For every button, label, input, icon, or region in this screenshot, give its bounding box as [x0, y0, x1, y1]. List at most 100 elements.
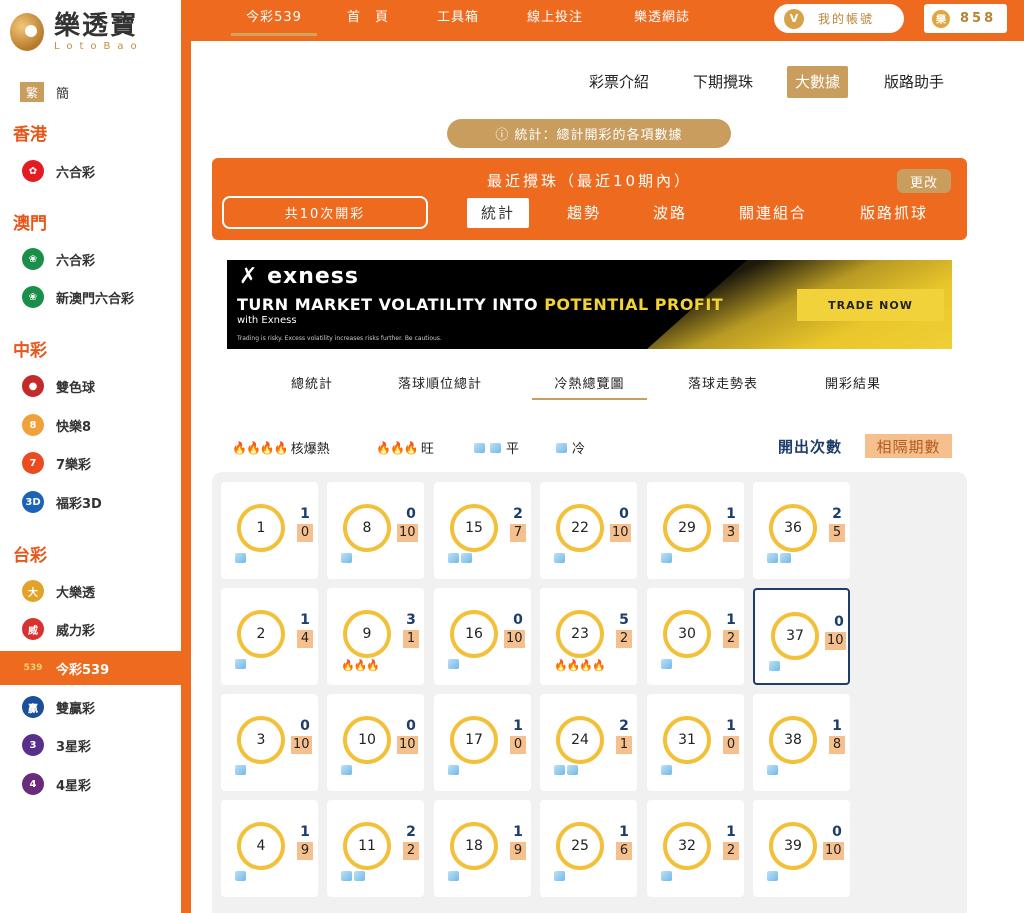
number-cell[interactable]: 31 1 0	[647, 694, 744, 791]
coin-icon: 樂	[932, 9, 950, 28]
sidebar-item-3star[interactable]: 3 3星彩	[0, 728, 181, 762]
sidebar-item-daily539[interactable]: 539 今彩539	[0, 651, 181, 685]
draw-count: 5	[619, 612, 629, 628]
number-cell[interactable]: 41 9	[221, 800, 318, 897]
number-cell[interactable]: 39 0 10	[753, 800, 850, 897]
ice-icon	[554, 765, 580, 779]
sidebar-item-7lecai[interactable]: 7 7樂彩	[0, 446, 181, 480]
tab-path-pick[interactable]: 版路抓球	[846, 198, 942, 228]
topnav-blog[interactable]: 樂透網誌	[634, 0, 690, 36]
number-cell[interactable]: 37 0 10	[753, 588, 850, 685]
lotto649-icon: 大	[22, 580, 44, 602]
number-cell[interactable]: 32 1 2	[647, 800, 744, 897]
macau-marksix-icon: ❀	[22, 248, 44, 270]
number-ball: 18	[450, 822, 498, 870]
number-ball: 32	[663, 822, 711, 870]
sidebar-item-4star[interactable]: 4 4星彩	[0, 767, 181, 801]
ice-icon	[554, 871, 567, 885]
ice-icon	[341, 553, 354, 567]
sidebar-item-macau-marksix[interactable]: ❀ 六合彩	[0, 242, 181, 276]
ice-icon	[767, 553, 793, 567]
number-cell[interactable]: 10 0 10	[327, 694, 424, 791]
tab-drop-trend[interactable]: 落球走勢表	[688, 374, 758, 400]
number-cell[interactable]: 18 1 9	[434, 800, 531, 897]
gap-periods: 4	[297, 630, 313, 648]
my-account-button[interactable]: V 我的帳號	[774, 4, 904, 33]
toggle-gap-periods[interactable]: 相隔期數	[865, 434, 952, 458]
ad-banner[interactable]: ✗ exness TURN MARKET VOLATILITY INTO POT…	[227, 260, 952, 349]
sidebar-item-hk-marksix[interactable]: ✿ 六合彩	[0, 154, 181, 188]
number-cell[interactable]: 29 1 3	[647, 482, 744, 579]
change-button[interactable]: 更改	[897, 169, 951, 193]
sidebar-item-fucai3d[interactable]: 3D 福彩3D	[0, 485, 181, 519]
number-cell[interactable]: 23 5 2 🔥🔥🔥🔥	[540, 588, 637, 685]
topnav-online-bet[interactable]: 線上投注	[527, 0, 583, 36]
tab-draw-results[interactable]: 開彩結果	[825, 374, 881, 400]
topnav-toolbox[interactable]: 工具箱	[437, 0, 479, 36]
sidebar-item-superlotto[interactable]: 威威力彩	[0, 612, 181, 646]
draw-count: 2	[832, 506, 842, 522]
number-cell[interactable]: 17 1 0	[434, 694, 531, 791]
gap-periods: 7	[510, 524, 526, 542]
number-ball: 25	[556, 822, 604, 870]
draw-count: 0	[406, 506, 416, 522]
draw-count-button[interactable]: 共10次開彩	[222, 196, 428, 229]
number-cell[interactable]: 24 2 1	[540, 694, 637, 791]
gap-periods: 0	[297, 524, 313, 542]
gap-periods: 2	[403, 842, 419, 860]
toggle-draw-count[interactable]: 開出次數	[778, 436, 842, 457]
ad-trade-now-button[interactable]: TRADE NOW	[797, 289, 944, 321]
logo[interactable]: 樂透寶 LotoBao	[6, 8, 144, 56]
sidebar-item-new-macau-marksix[interactable]: ❀ 新澳門六合彩	[0, 280, 181, 314]
draw-count: 1	[300, 506, 310, 522]
language-switch: 繁 簡	[20, 82, 69, 102]
number-cell[interactable]: 16 0 10	[434, 588, 531, 685]
gap-periods: 2	[723, 630, 739, 648]
sidebar-item-double-win[interactable]: 贏雙贏彩	[0, 690, 181, 724]
number-cell[interactable]: 9 3 1 🔥🔥🔥	[327, 588, 424, 685]
sidebar-border	[181, 0, 191, 913]
number-cell[interactable]: 30 1 2	[647, 588, 744, 685]
tab-position-stats[interactable]: 落球順位總計	[398, 374, 482, 400]
number-cell[interactable]: 25 1 6	[540, 800, 637, 897]
region-taiwan: 台彩	[13, 546, 47, 566]
ad-subline: with Exness	[237, 315, 297, 326]
gap-periods: 2	[616, 630, 632, 648]
ice-icon	[767, 871, 780, 885]
ice-icon	[554, 553, 567, 567]
subnav-next-draw[interactable]: 下期攪珠	[685, 66, 761, 98]
gap-periods: 0	[723, 736, 739, 754]
tab-statistics[interactable]: 統計	[467, 198, 530, 228]
logo-subtitle: LotoBao	[54, 41, 144, 52]
number-cell[interactable]: 38 1 8	[753, 694, 850, 791]
tab-combination[interactable]: 關連組合	[725, 198, 821, 228]
tab-wave[interactable]: 波路	[639, 198, 701, 228]
sidebar-item-double-color-ball[interactable]: ● 雙色球	[0, 369, 181, 403]
subnav-big-data[interactable]: 大數據	[787, 66, 849, 98]
number-cell[interactable]: 21 4	[221, 588, 318, 685]
ice-icon	[474, 442, 485, 453]
hk-marksix-icon: ✿	[22, 160, 44, 182]
number-cell[interactable]: 110	[221, 482, 318, 579]
tab-trend[interactable]: 趨勢	[553, 198, 615, 228]
lang-simplified-button[interactable]: 簡	[56, 83, 69, 102]
number-cell[interactable]: 22 0 10	[540, 482, 637, 579]
tab-total-stats[interactable]: 總統計	[291, 374, 333, 400]
coin-balance-button[interactable]: 樂 858	[924, 4, 1007, 33]
tab-hot-cold-overview[interactable]: 冷熱總覽圖	[532, 374, 647, 400]
number-cell[interactable]: 11 2 2	[327, 800, 424, 897]
number-cell[interactable]: 3 0 10	[221, 694, 318, 791]
number-cell[interactable]: 8 0 10	[327, 482, 424, 579]
ice-icon	[235, 553, 248, 567]
sidebar-item-happy8[interactable]: 8 快樂8	[0, 408, 181, 442]
sidebar-item-lotto649[interactable]: 大大樂透	[0, 574, 181, 608]
number-ball: 31	[663, 716, 711, 764]
number-cell[interactable]: 36 2 5	[753, 482, 850, 579]
subnav-lottery-intro[interactable]: 彩票介紹	[581, 66, 657, 98]
topnav-daily539[interactable]: 今彩539	[231, 0, 317, 36]
subnav-path-helper[interactable]: 版路助手	[876, 66, 952, 98]
topnav-home[interactable]: 首 頁	[347, 0, 389, 36]
number-ball: 15	[450, 504, 498, 552]
number-cell[interactable]: 15 2 7	[434, 482, 531, 579]
lang-traditional-button[interactable]: 繁	[20, 82, 44, 102]
